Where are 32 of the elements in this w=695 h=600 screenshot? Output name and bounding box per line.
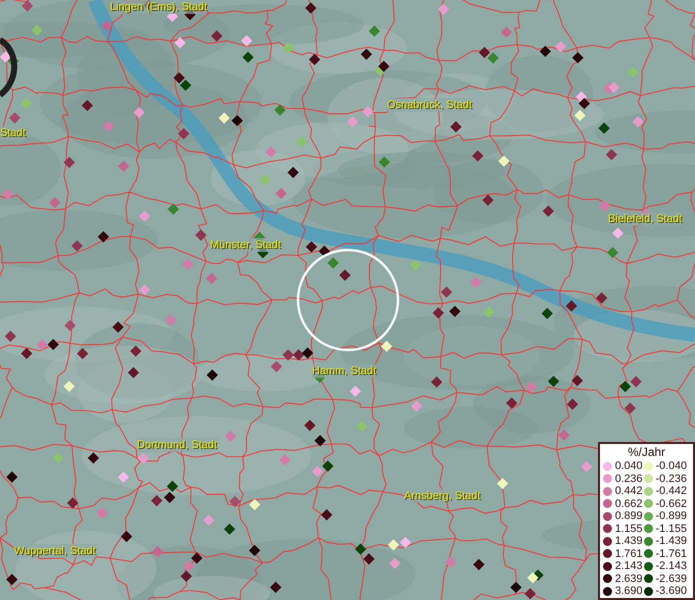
place-label: Osnabrück, Stadt bbox=[387, 98, 472, 112]
place-label: Münster, Stadt bbox=[210, 238, 281, 252]
legend-value: 3.690 bbox=[615, 585, 644, 598]
legend-value: -0.442 bbox=[656, 485, 688, 498]
place-label: Lingen (Ems), Stadt bbox=[110, 0, 208, 14]
place-label: Bielefeld, Stadt bbox=[608, 212, 682, 226]
legend-value: -3.690 bbox=[656, 585, 688, 598]
place-label: Hamm, Stadt bbox=[312, 364, 376, 378]
place-label: Stadt bbox=[0, 126, 26, 140]
legend-value: -1.155 bbox=[656, 522, 688, 535]
legend-value: -2.639 bbox=[656, 572, 688, 585]
place-label: Arnsberg, Stadt bbox=[404, 489, 480, 503]
legend-value: 1.439 bbox=[615, 535, 644, 548]
legend-value: -2.143 bbox=[656, 560, 688, 572]
legend-value: 2.143 bbox=[615, 560, 644, 572]
legend-title: %/Jahr bbox=[628, 445, 666, 460]
place-label: Dortmund, Stadt bbox=[137, 438, 218, 452]
legend-value: 0.899 bbox=[615, 510, 644, 522]
legend-value: 1.761 bbox=[615, 548, 644, 560]
legend-value: -0.236 bbox=[656, 472, 688, 485]
legend-value: 0.040 bbox=[615, 460, 644, 472]
legend-value: 1.155 bbox=[615, 522, 644, 535]
legend-value: -1.439 bbox=[656, 535, 688, 548]
legend-value: -0.662 bbox=[656, 498, 688, 510]
legend-value: 0.662 bbox=[615, 498, 644, 510]
legend-value: 2.639 bbox=[615, 572, 644, 585]
legend-value: -1.761 bbox=[656, 548, 688, 560]
legend-value: -0.899 bbox=[656, 510, 688, 522]
legend-value: 0.236 bbox=[615, 472, 644, 485]
place-label: Wuppertal, Stadt bbox=[14, 544, 96, 558]
legend-value: -0.040 bbox=[656, 460, 688, 472]
legend-value: 0.442 bbox=[615, 485, 644, 498]
